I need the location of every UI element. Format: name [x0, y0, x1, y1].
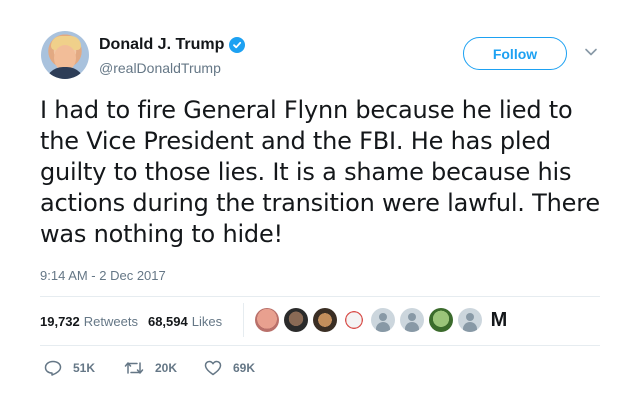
- tweet-card: Donald J. Trump @realDonaldTrump Follow …: [0, 0, 640, 406]
- heart-icon: [204, 360, 222, 376]
- tweet-stats: 19,732 Retweets 68,594 Likes: [40, 314, 222, 329]
- likes-stat[interactable]: 68,594 Likes: [148, 314, 222, 329]
- likes-count: 68,594: [147, 314, 188, 329]
- tweet-timestamp[interactable]: 9:14 AM - 2 Dec 2017: [40, 268, 166, 283]
- retweets-stat[interactable]: 19,732 Retweets: [40, 314, 138, 329]
- retweets-label: Retweets: [83, 314, 138, 329]
- follow-button[interactable]: Follow: [463, 37, 567, 70]
- liker-avatar[interactable]: [255, 308, 279, 332]
- divider: [40, 345, 600, 346]
- liker-avatar[interactable]: [284, 308, 308, 332]
- liker-avatar[interactable]: [429, 308, 453, 332]
- reply-count: 51K: [73, 361, 96, 375]
- tweet-actions: 51K 20K 69K: [44, 360, 255, 376]
- retweet-icon: [124, 362, 144, 374]
- liker-avatar[interactable]: [342, 308, 366, 332]
- retweet-button[interactable]: 20K: [124, 360, 204, 376]
- retweet-count: 20K: [155, 361, 178, 375]
- reply-button[interactable]: 51K: [44, 360, 124, 376]
- stats-separator: [243, 303, 244, 337]
- liked-by-avatars: M: [255, 308, 511, 332]
- author-handle[interactable]: @realDonaldTrump: [99, 60, 221, 76]
- like-count: 69K: [233, 361, 256, 375]
- author-name-row: Donald J. Trump: [99, 36, 246, 54]
- verified-badge-icon: [229, 37, 246, 53]
- tweet-text: I had to fire General Flynn because he l…: [40, 96, 600, 248]
- liker-avatar[interactable]: [313, 308, 337, 332]
- reply-icon: [44, 360, 62, 376]
- liker-avatar-letter[interactable]: M: [487, 308, 511, 332]
- like-button[interactable]: 69K: [204, 360, 255, 376]
- likes-label: Likes: [191, 314, 223, 329]
- chevron-down-icon[interactable]: [584, 47, 598, 57]
- liker-avatar-default[interactable]: [400, 308, 424, 332]
- liker-avatar-default[interactable]: [458, 308, 482, 332]
- author-display-name[interactable]: Donald J. Trump: [99, 36, 224, 54]
- liker-avatar-default[interactable]: [371, 308, 395, 332]
- divider: [40, 296, 600, 297]
- author-avatar[interactable]: [41, 31, 89, 79]
- retweets-count: 19,732: [40, 314, 80, 329]
